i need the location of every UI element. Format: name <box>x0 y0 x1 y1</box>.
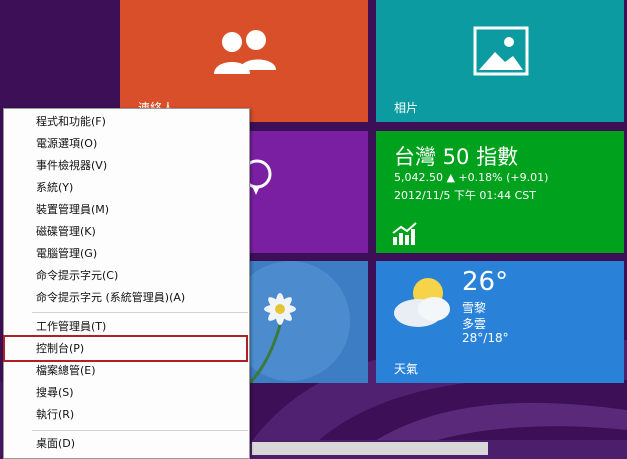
stock-chart-icon <box>392 222 417 245</box>
weather-tile[interactable]: 26° 雪黎 多雲 28°/18° 天氣 <box>376 261 624 383</box>
menu-item-command-prompt[interactable]: 命令提示字元(C) <box>4 266 249 286</box>
menu-item-command-prompt-admin[interactable]: 命令提示字元 (系統管理員)(A) <box>4 288 249 308</box>
photos-tile-label: 相片 <box>394 101 419 115</box>
finance-tile[interactable]: 台灣 50 指數 5,042.50 ▲ +0.18% (+9.01) 2012/… <box>376 131 624 253</box>
weather-temperature: 26° <box>462 267 509 297</box>
menu-item-task-manager[interactable]: 工作管理員(T) <box>4 317 249 337</box>
menu-item-system[interactable]: 系統(Y) <box>4 178 249 198</box>
weather-tile-label: 天氣 <box>394 362 419 376</box>
menu-separator <box>32 430 248 431</box>
menu-item-power-options[interactable]: 電源選項(O) <box>4 134 249 154</box>
menu-item-disk-management[interactable]: 磁碟管理(K) <box>4 222 249 242</box>
weather-range: 28°/18° <box>462 331 509 345</box>
menu-item-computer-management[interactable]: 電腦管理(G) <box>4 244 249 264</box>
finance-change: 5,042.50 ▲ +0.18% (+9.01) <box>394 171 549 184</box>
people-icon <box>214 30 276 74</box>
cloud-sun-icon <box>394 278 450 327</box>
scrollbar-thumb[interactable] <box>252 442 488 455</box>
weather-city: 雪黎 <box>462 301 487 315</box>
finance-title: 台灣 50 指數 <box>394 145 519 169</box>
menu-item-desktop[interactable]: 桌面(D) <box>4 434 249 454</box>
weather-condition: 多雲 <box>462 317 487 331</box>
menu-item-programs-features[interactable]: 程式和功能(F) <box>4 112 249 132</box>
quick-link-menu: 程式和功能(F) 電源選項(O) 事件檢視器(V) 系統(Y) 裝置管理員(M)… <box>3 108 250 459</box>
control-panel-highlight <box>3 335 248 362</box>
menu-item-search[interactable]: 搜尋(S) <box>4 383 249 403</box>
photos-tile[interactable]: 相片 <box>376 0 624 122</box>
menu-separator <box>32 312 248 313</box>
menu-item-event-viewer[interactable]: 事件檢視器(V) <box>4 156 249 176</box>
people-tile[interactable]: 連絡人 <box>120 0 368 122</box>
photo-icon <box>473 26 529 76</box>
menu-item-device-manager[interactable]: 裝置管理員(M) <box>4 200 249 220</box>
finance-timestamp: 2012/11/5 下午 01:44 CST <box>394 189 536 202</box>
menu-item-file-explorer[interactable]: 檔案總管(E) <box>4 361 249 381</box>
menu-item-run[interactable]: 執行(R) <box>4 405 249 425</box>
